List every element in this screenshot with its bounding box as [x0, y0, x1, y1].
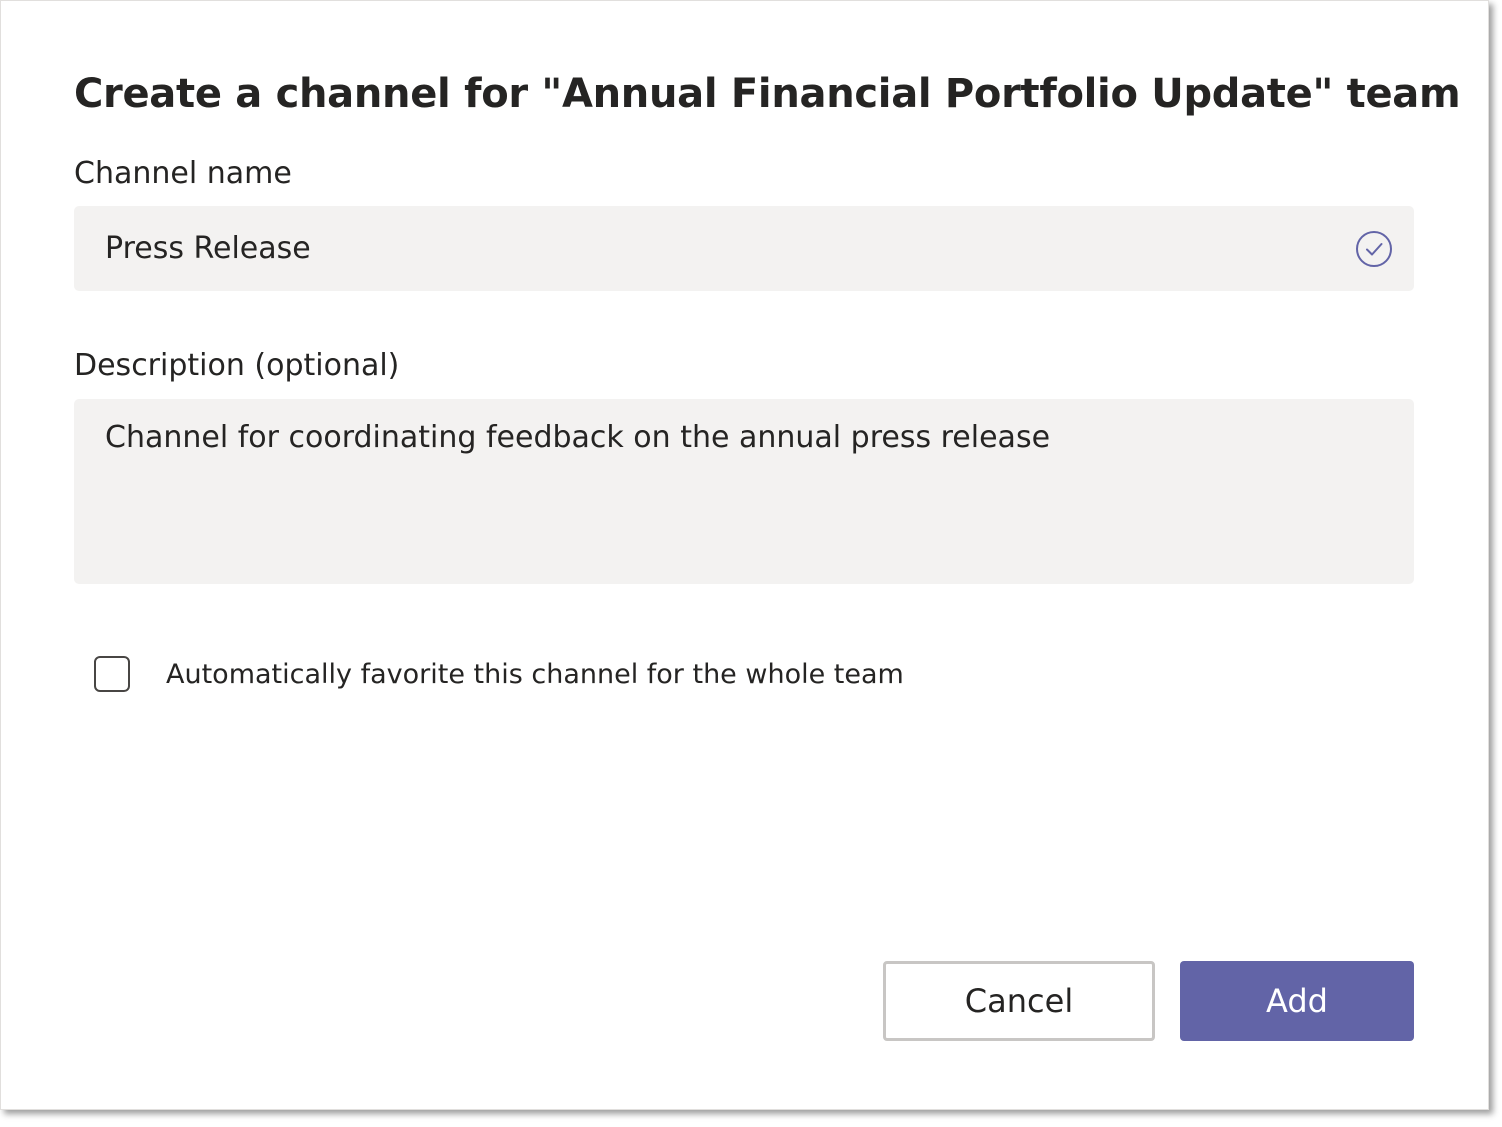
auto-favorite-checkbox[interactable] [94, 656, 130, 692]
auto-favorite-label: Automatically favorite this channel for … [166, 658, 904, 690]
cancel-button[interactable]: Cancel [883, 961, 1155, 1041]
description-textarea[interactable]: Channel for coordinating feedback on the… [74, 399, 1414, 584]
channel-name-input[interactable]: Press Release [74, 206, 1414, 291]
create-channel-dialog: Create a channel for "Annual Financial P… [0, 0, 1489, 1110]
dialog-title: Create a channel for "Annual Financial P… [74, 71, 1461, 117]
add-button[interactable]: Add [1180, 961, 1414, 1041]
description-label: Description (optional) [74, 348, 400, 383]
check-circle-icon [1356, 231, 1392, 267]
channel-name-label: Channel name [74, 156, 292, 191]
cancel-button-label: Cancel [964, 982, 1074, 1020]
description-value: Channel for coordinating feedback on the… [105, 420, 1051, 455]
auto-favorite-option[interactable]: Automatically favorite this channel for … [94, 654, 904, 694]
add-button-label: Add [1266, 982, 1328, 1020]
channel-name-value: Press Release [105, 231, 311, 266]
